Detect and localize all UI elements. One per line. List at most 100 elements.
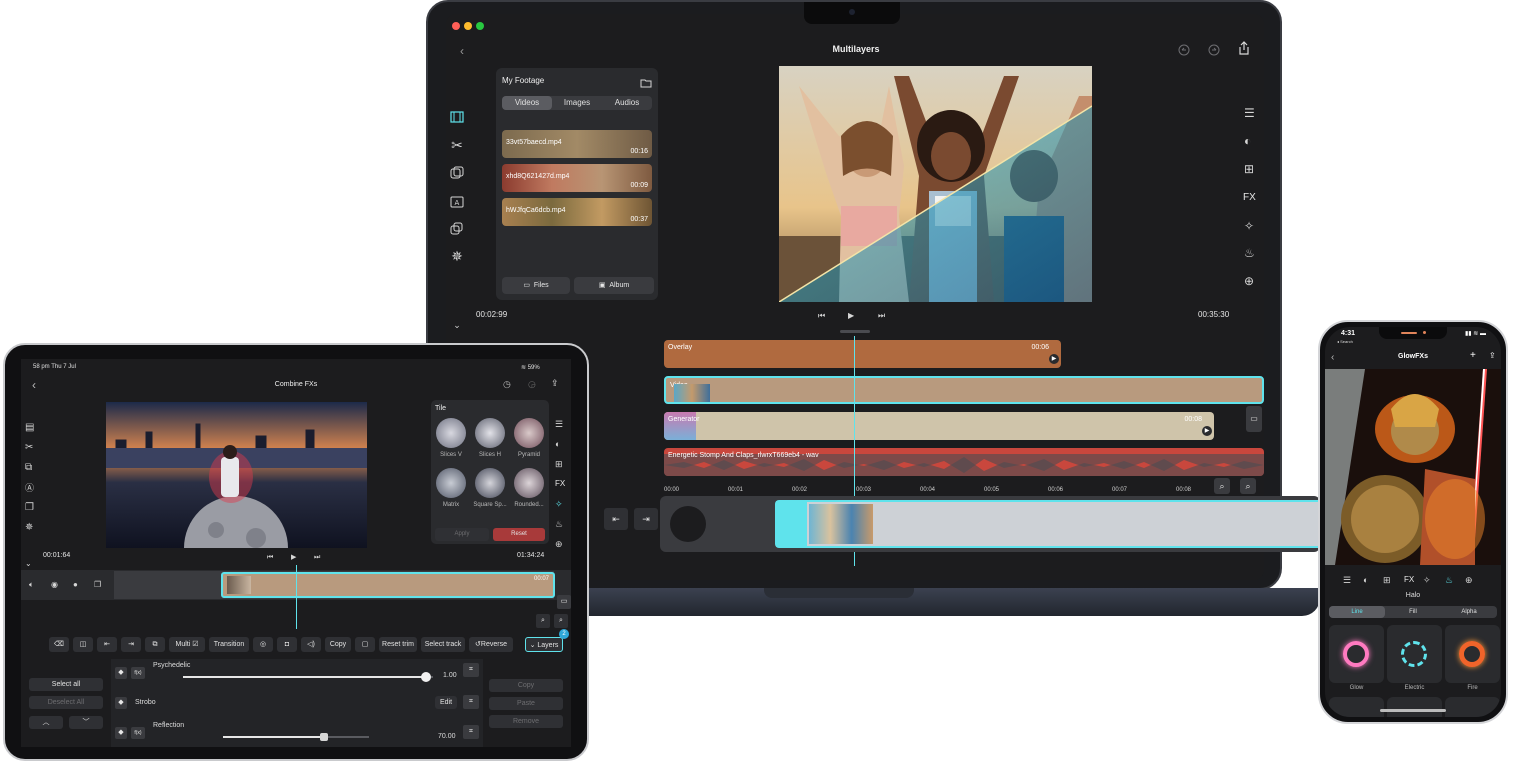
move-up-icon[interactable]: ︿ [29, 716, 63, 729]
keyframe-icon[interactable]: ◆ [115, 697, 127, 709]
sliders-icon[interactable]: ☰ [555, 417, 563, 431]
monitor-icon[interactable]: ▭ [557, 595, 571, 609]
tab-alpha[interactable]: Alpha [1441, 606, 1497, 618]
footage-icon[interactable] [450, 110, 464, 128]
function-badge[interactable]: f(x) [131, 727, 145, 739]
zoom-in-icon[interactable]: ⌕ [1240, 478, 1256, 494]
fx-label[interactable]: FX [1243, 192, 1256, 203]
jump-end-icon[interactable]: ⇥ [634, 508, 658, 530]
keyframe-icon[interactable]: ◆ [115, 667, 127, 679]
tab-videos[interactable]: Videos [502, 96, 552, 110]
zoom-out-icon[interactable]: ⌕ [1214, 478, 1230, 494]
jump-start-icon[interactable]: ⇤ [604, 508, 628, 530]
effect-glow[interactable] [1329, 625, 1384, 683]
effect-fire[interactable] [1445, 625, 1500, 683]
fx-label[interactable]: FX [555, 479, 565, 488]
apply-button[interactable]: Apply [435, 528, 489, 541]
play-icon[interactable]: ▶ [291, 551, 296, 565]
psychedelic-slider[interactable] [183, 672, 433, 682]
effect-tile-partial[interactable] [1387, 697, 1442, 717]
back-to-search-link[interactable]: ◂ Search [1337, 339, 1353, 344]
camera-icon[interactable]: ◘ [277, 637, 297, 652]
folder-icon[interactable] [640, 75, 652, 93]
jump-start-icon[interactable]: ⇤ [97, 637, 117, 652]
reset-trim-button[interactable]: Reset trim [379, 637, 417, 652]
grid-icon[interactable]: ⊞ [555, 457, 563, 471]
list-item[interactable]: 33vt57baecd.mp4 00:16 [502, 130, 652, 158]
monitor-icon[interactable]: ▭ [1246, 406, 1262, 432]
deselect-all-button[interactable]: Deselect All [29, 696, 103, 709]
remove-button[interactable]: Remove [489, 715, 563, 728]
text-icon[interactable]: Ⓐ [25, 481, 34, 495]
record-button[interactable] [670, 506, 706, 542]
reflection-slider[interactable] [223, 733, 369, 741]
drag-handle[interactable] [840, 330, 870, 333]
scissors-icon[interactable]: ✂ [450, 138, 464, 152]
select-track-button[interactable]: Select track [421, 637, 465, 652]
record-dot-icon[interactable]: ● [73, 578, 78, 592]
fx-thumbnail[interactable] [436, 418, 466, 448]
flame-icon[interactable]: ♨ [555, 517, 563, 531]
crop-icon[interactable]: ⌗ [463, 725, 479, 739]
contrast-icon[interactable]: ◐ [555, 437, 560, 451]
video-preview[interactable] [1325, 369, 1501, 565]
share-icon[interactable] [1238, 41, 1250, 60]
effect-electric[interactable] [1387, 625, 1442, 683]
globe-icon[interactable]: ⊕ [1244, 274, 1254, 288]
globe-icon[interactable]: ⊕ [555, 537, 563, 551]
effect-tile-partial[interactable] [1329, 697, 1384, 717]
jump-end-icon[interactable]: ⇥ [121, 637, 141, 652]
skip-forward-icon[interactable]: ⏭ [878, 309, 885, 323]
playhead[interactable] [296, 565, 297, 629]
effects-burst-icon[interactable]: ✵ [450, 249, 464, 263]
skip-back-icon[interactable]: ⏮ [267, 551, 273, 565]
grid-icon[interactable]: ⊞ [1244, 162, 1254, 176]
share-icon[interactable]: ⇪ [551, 378, 559, 389]
track-audio[interactable]: Energetic Stomp And Claps_rlwrxT669eb4 -… [664, 448, 1264, 476]
fx-thumbnail[interactable] [514, 418, 544, 448]
chevron-down-icon[interactable]: ⌄ [25, 557, 32, 571]
sliders-icon[interactable]: ☰ [1343, 573, 1351, 587]
play-icon[interactable]: ▶ [848, 309, 854, 323]
speaker-icon[interactable]: 🔈︎ [29, 578, 34, 592]
back-chevron-icon[interactable]: ‹ [1331, 351, 1334, 365]
redo-icon[interactable] [1208, 43, 1220, 61]
list-item[interactable]: hWJfqCa6dcb.mp4 00:37 [502, 198, 652, 226]
close-window-button[interactable] [452, 22, 460, 30]
grid-icon[interactable]: ⊞ [1383, 573, 1391, 587]
chevron-down-icon[interactable]: ⌄ [450, 318, 464, 332]
add-layer-icon[interactable]: ⧉ [25, 461, 32, 475]
fx-thumbnail[interactable] [514, 468, 544, 498]
scissors-icon[interactable]: ✂ [25, 441, 33, 455]
paste-button[interactable]: Paste [489, 697, 563, 710]
tab-line[interactable]: Line [1329, 606, 1385, 618]
sliders-icon[interactable]: ☰ [1244, 106, 1255, 120]
add-layer-icon[interactable] [450, 166, 464, 185]
skip-back-icon[interactable]: ⏮ [818, 309, 825, 323]
copy-button[interactable]: Copy [489, 679, 563, 692]
redo-icon[interactable]: ◶ [528, 379, 536, 390]
fx-label[interactable]: FX [1404, 575, 1414, 584]
footage-icon[interactable]: ▤ [25, 421, 34, 435]
back-chevron-icon[interactable]: ‹ [29, 378, 39, 392]
trim-handle[interactable] [777, 502, 807, 546]
list-item[interactable]: xhd8Q621427d.mp4 00:09 [502, 164, 652, 192]
duplicate-icon[interactable] [450, 222, 464, 241]
eye-icon[interactable]: ◉ [51, 578, 58, 592]
slider-knob[interactable] [420, 672, 431, 682]
skip-forward-icon[interactable]: ⏭ [314, 551, 320, 565]
contrast-icon[interactable]: ◐ [1244, 134, 1251, 148]
edit-button[interactable]: Edit [435, 696, 457, 709]
move-down-icon[interactable]: ﹀ [69, 716, 103, 729]
track-video[interactable]: 00:07 [221, 572, 555, 598]
globe-icon[interactable]: ⊕ [1465, 573, 1473, 587]
multi-button[interactable]: Multi ☑ [169, 637, 205, 652]
split-icon[interactable]: ◫ [73, 637, 93, 652]
add-icon[interactable]: + [1470, 350, 1476, 361]
function-badge[interactable]: f(x) [131, 667, 145, 679]
track-overlay[interactable]: Overlay 00:06 ▶ [664, 340, 1061, 368]
keyframe-icon[interactable]: ◆ [115, 727, 127, 739]
effect-tile-partial[interactable] [1445, 697, 1500, 717]
undo-icon[interactable]: ◷ [503, 379, 511, 390]
magic-wand-icon[interactable]: ✧ [555, 497, 563, 511]
